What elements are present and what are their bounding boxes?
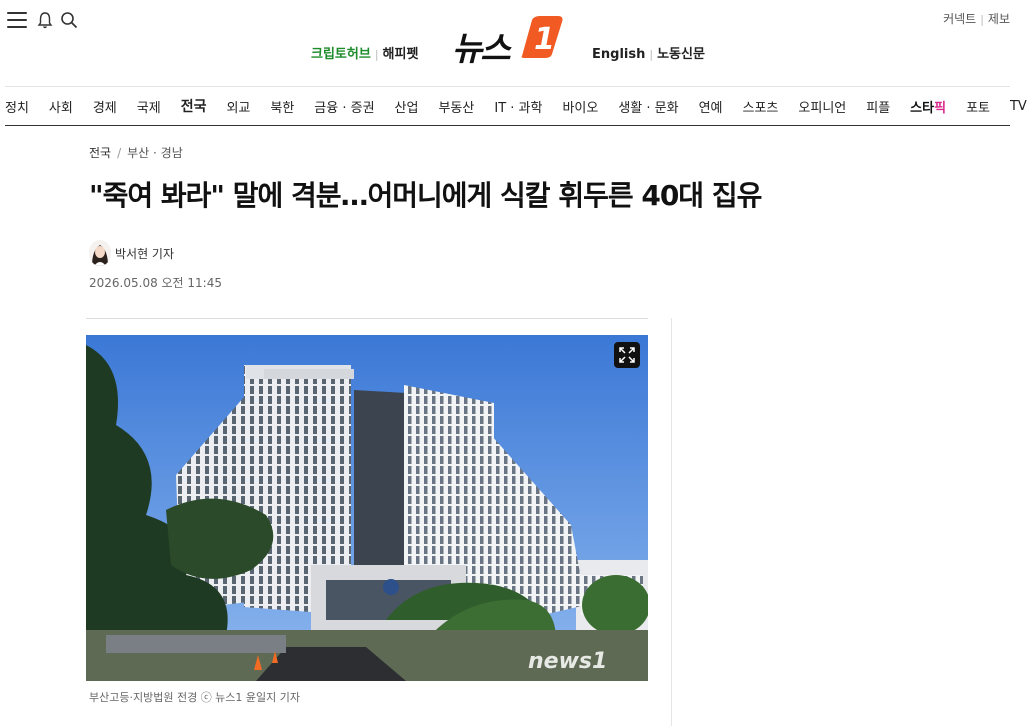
nav-item[interactable]: 포토 <box>966 97 990 116</box>
breadcrumb-section[interactable]: 전국 <box>89 146 111 160</box>
photo-caption: 부산고등·지방법원 전경 ⓒ 뉴스1 윤일지 기자 <box>89 691 301 704</box>
nav-item[interactable]: 국제 <box>137 97 161 116</box>
crypto-hub-link[interactable]: 크립토허브 <box>311 43 371 62</box>
logo-badge-number: 1 <box>534 22 555 57</box>
nav-item[interactable]: 연예 <box>699 97 723 116</box>
news1-logo[interactable]: 뉴스 1 <box>452 14 564 68</box>
author-avatar[interactable] <box>89 240 111 266</box>
nav-item[interactable]: IT · 과학 <box>494 97 542 116</box>
separator: | <box>649 48 654 61</box>
nav-item[interactable]: 경제 <box>93 97 117 116</box>
nav-item[interactable]: 사회 <box>49 97 73 116</box>
author-name[interactable]: 박서현 기자 <box>115 245 174 262</box>
expand-icon <box>619 347 635 363</box>
nav-item[interactable]: 정치 <box>5 97 29 116</box>
courthouse-photo: news1 <box>86 335 648 681</box>
fullscreen-button[interactable] <box>614 342 640 368</box>
nav-item[interactable]: 산업 <box>395 97 419 116</box>
breadcrumb-separator: / <box>117 146 122 160</box>
nav-item[interactable]: 금융 · 증권 <box>314 97 374 116</box>
breadcrumb: 전국 / 부산 · 경남 <box>89 144 183 161</box>
happypet-link[interactable]: 해피펫 <box>383 43 419 62</box>
top-header: 뉴스 1 크립토허브 | 해피펫 English | 노동신문 커넥트 | 제보 <box>0 0 1030 86</box>
logo-text: 뉴스 <box>452 29 511 68</box>
nav-item[interactable]: 스포츠 <box>743 97 779 116</box>
bell-icon[interactable] <box>37 11 53 29</box>
nav-item[interactable]: 바이오 <box>562 97 598 116</box>
connect-link[interactable]: 커넥트 <box>943 12 976 26</box>
promo-links-left: 크립토허브 | 해피펫 <box>311 43 418 62</box>
hamburger-menu-icon[interactable] <box>7 12 27 28</box>
search-icon[interactable] <box>60 11 78 29</box>
publish-date: 2026.05.08 오전 11:45 <box>89 276 222 290</box>
nav-item[interactable]: 전국 <box>181 96 207 116</box>
photo-watermark: news1 <box>528 649 607 674</box>
nav-item[interactable]: 부동산 <box>438 97 474 116</box>
breadcrumb-subsection[interactable]: 부산 · 경남 <box>127 146 183 160</box>
nav-item[interactable]: 외교 <box>226 97 250 116</box>
star-pick-main: 스타 <box>910 100 935 116</box>
logo-badge-icon: 1 <box>521 16 563 58</box>
nav-item[interactable]: 오피니언 <box>798 97 846 116</box>
sidebar-divider <box>671 318 672 726</box>
promo-links-right: English | 노동신문 <box>592 43 705 62</box>
header-divider <box>86 318 648 319</box>
nav-item-star-pick[interactable]: 스타픽 <box>910 97 946 116</box>
rodong-sinmun-link[interactable]: 노동신문 <box>657 43 705 62</box>
separator: | <box>374 48 379 61</box>
utility-links: 커넥트 | 제보 <box>943 10 1010 27</box>
tip-off-link[interactable]: 제보 <box>988 12 1010 26</box>
nav-item[interactable]: TV <box>1010 99 1027 114</box>
separator: | <box>980 13 984 26</box>
byline: 박서현 기자 <box>89 240 174 266</box>
nav-item[interactable]: 생활 · 문화 <box>618 97 678 116</box>
article-photo[interactable]: news1 <box>86 335 648 681</box>
nav-item[interactable]: 북한 <box>270 97 294 116</box>
nav-list: 정치 사회 경제 국제 전국 외교 북한 금융 · 증권 산업 부동산 IT · 과학 바이오 생활 ·… <box>5 87 1027 125</box>
english-link[interactable]: English <box>592 47 645 62</box>
star-pick-accent: 픽 <box>934 100 947 116</box>
article-headline: "죽여 봐라" 말에 격분…어머니에게 식칼 휘두른 40대 집유 <box>89 179 762 212</box>
nav-item[interactable]: 피플 <box>866 97 890 116</box>
main-nav: 정치 사회 경제 국제 전국 외교 북한 금융 · 증권 산업 부동산 IT · 과학 바이오 생활 ·… <box>5 86 1027 126</box>
